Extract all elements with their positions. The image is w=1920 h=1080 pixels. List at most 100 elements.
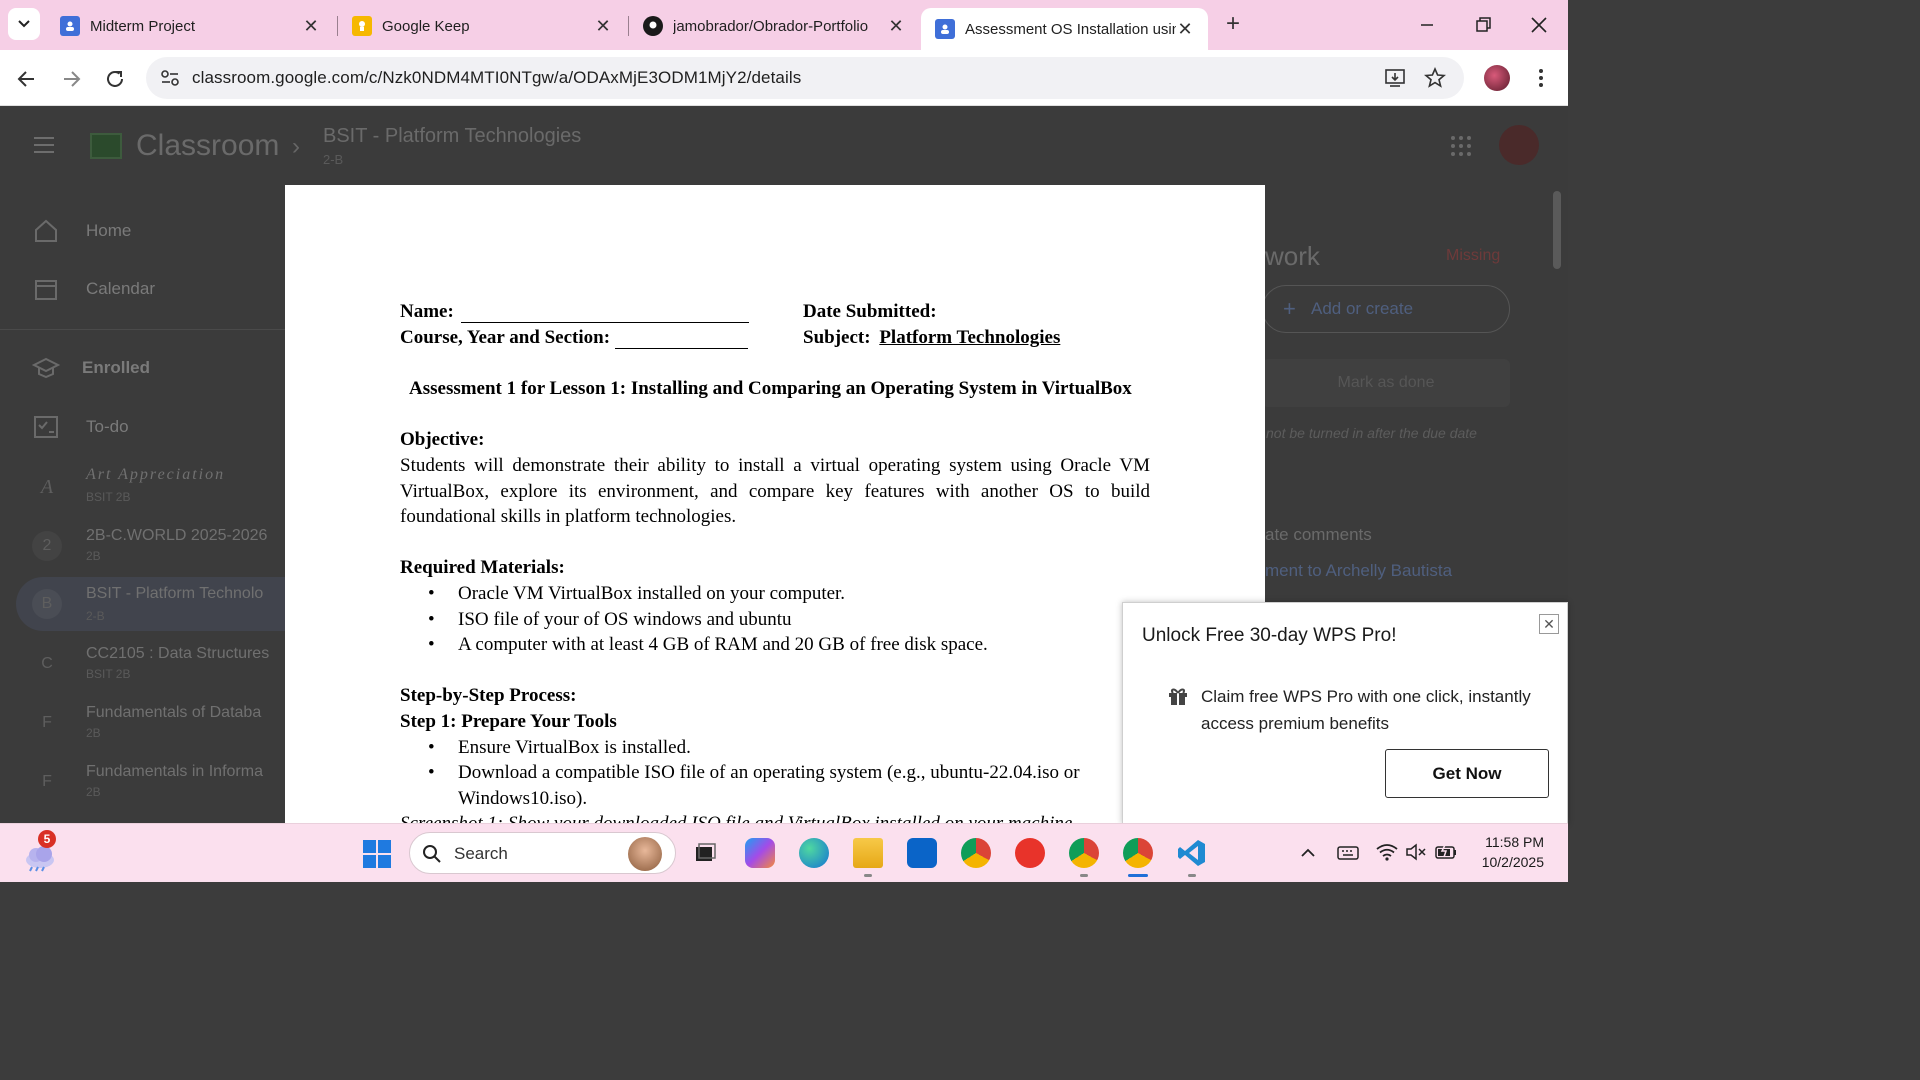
bullet-dot: • xyxy=(428,583,435,604)
back-button[interactable] xyxy=(14,66,40,92)
mark-as-done-button[interactable]: Mark as done xyxy=(1262,359,1510,407)
course-blank xyxy=(614,331,748,349)
sidebar-course-databases[interactable]: F Fundamentals of Databa 2B xyxy=(0,698,285,748)
page-scrollbar[interactable] xyxy=(1553,191,1561,269)
sidebar-course-information[interactable]: F Fundamentals in Informa 2B xyxy=(0,757,285,807)
tab-midterm-project[interactable]: Midterm Project ✕ xyxy=(46,6,334,46)
sidebar-item-home[interactable]: Home xyxy=(0,206,285,256)
taskbar-search-box[interactable]: Search xyxy=(409,832,676,874)
volume-muted-icon[interactable] xyxy=(1405,843,1427,861)
file-explorer-icon[interactable] xyxy=(853,838,883,868)
sidebar-item-todo[interactable]: To-do xyxy=(0,402,285,452)
assignment-document: Name: Course, Year and Section: Date Sub… xyxy=(285,185,1265,823)
start-button[interactable] xyxy=(362,839,392,869)
course-name: CC2105 : Data Structures xyxy=(86,645,270,662)
course-subtitle: BSIT 2B xyxy=(86,667,131,681)
course-initial: B xyxy=(32,589,62,619)
sidebar-item-calendar[interactable]: Calendar xyxy=(0,264,285,314)
battery-charging-icon[interactable] xyxy=(1434,842,1458,862)
close-window-button[interactable] xyxy=(1528,14,1550,36)
user-avatar[interactable] xyxy=(1499,125,1539,165)
plus-icon: + xyxy=(1283,296,1296,321)
sidebar-course-cworld[interactable]: 2 2B-C.WORLD 2025-2026 2B xyxy=(0,521,285,571)
reload-button[interactable] xyxy=(102,66,128,92)
new-tab-button[interactable]: + xyxy=(1220,12,1246,38)
sidebar-course-art[interactable]: A Art Appreciation BSIT 2B xyxy=(0,462,285,512)
minimize-icon xyxy=(1421,24,1433,26)
browser-menu-button[interactable] xyxy=(1532,66,1550,90)
status-missing: Missing xyxy=(1446,247,1501,264)
process-title: Step-by-Step Process: xyxy=(400,685,577,706)
browser-toolbar: classroom.google.com/c/Nzk0NDM4MTI0NTgw/… xyxy=(0,50,1568,106)
todo-checklist-icon xyxy=(34,416,58,438)
forward-button[interactable] xyxy=(58,66,84,92)
sidebar-course-platform-selected[interactable]: B BSIT - Platform Technolo 2-B xyxy=(16,577,285,631)
more-vert-icon xyxy=(1539,69,1543,87)
material-item: A computer with at least 4 GB of RAM and… xyxy=(458,634,988,655)
home-icon xyxy=(35,219,57,242)
taskbar-date[interactable]: 10/2/2025 xyxy=(1482,854,1544,870)
github-favicon-icon xyxy=(643,16,663,36)
tab-assessment[interactable]: Assessment OS Installation usin ✕ xyxy=(921,8,1208,50)
add-comment-link[interactable]: ment to Archelly Bautista xyxy=(1265,561,1452,581)
edge-icon[interactable] xyxy=(799,838,829,868)
step-item: Download a compatible ISO file of an ope… xyxy=(458,762,1080,783)
close-tab-icon[interactable]: ✕ xyxy=(594,16,612,37)
task-view-icon[interactable] xyxy=(690,838,720,868)
chrome-active-icon[interactable] xyxy=(1123,838,1153,868)
course-name: Fundamentals of Databa xyxy=(86,704,262,721)
tab-title: Midterm Project xyxy=(90,17,196,35)
wps-promo-popup: Unlock Free 30-day WPS Pro! ✕ Claim free… xyxy=(1122,602,1568,824)
close-tab-icon[interactable]: ✕ xyxy=(1176,19,1194,40)
tab-github-portfolio[interactable]: jamobrador/Obrador-Portfolio ✕ xyxy=(629,6,919,46)
private-comments-title: ate comments xyxy=(1265,525,1372,544)
course-name: 2B-C.WORLD 2025-2026 xyxy=(86,527,268,544)
chrome-profile-icon[interactable] xyxy=(1069,838,1099,868)
show-hidden-icons-chevron-icon[interactable] xyxy=(1300,846,1316,860)
get-now-button[interactable]: Get Now xyxy=(1385,749,1549,798)
bookmark-star-icon[interactable] xyxy=(1424,67,1446,89)
taskbar-time[interactable]: 11:58 PM xyxy=(1485,834,1544,850)
tab-search-dropdown[interactable] xyxy=(8,8,40,40)
sidebar-course-cc2105[interactable]: C CC2105 : Data Structures BSIT 2B xyxy=(0,639,285,689)
close-tab-icon[interactable]: ✕ xyxy=(887,16,905,37)
profile-avatar[interactable] xyxy=(1484,65,1510,91)
hamburger-menu-icon[interactable] xyxy=(32,135,56,155)
vscode-icon[interactable] xyxy=(1177,838,1207,868)
site-info-icon[interactable] xyxy=(160,69,180,87)
weather-widget[interactable]: 5 xyxy=(22,830,58,872)
step-item-continued: Windows10.iso). xyxy=(458,788,588,809)
classroom-logo xyxy=(90,133,122,159)
wifi-icon[interactable] xyxy=(1376,843,1398,861)
step1-title: Step 1: Prepare Your Tools xyxy=(400,711,617,732)
keep-favicon-icon xyxy=(352,16,372,36)
date-submitted: Date Submitted: xyxy=(803,301,937,323)
copilot-icon[interactable] xyxy=(745,838,775,868)
bullet-dot: • xyxy=(428,737,435,758)
chrome-icon[interactable] xyxy=(961,838,991,868)
install-app-icon[interactable] xyxy=(1384,67,1406,89)
address-bar[interactable]: classroom.google.com/c/Nzk0NDM4MTI0NTgw/… xyxy=(146,57,1464,99)
restore-button[interactable] xyxy=(1472,14,1494,36)
url-text[interactable]: classroom.google.com/c/Nzk0NDM4MTI0NTgw/… xyxy=(192,68,801,88)
course-initial: C xyxy=(41,655,53,672)
minimize-button[interactable] xyxy=(1416,14,1438,36)
add-or-create-button[interactable]: + Add or create xyxy=(1262,285,1510,333)
browser-tab-strip: Midterm Project ✕ Google Keep ✕ jamobrad… xyxy=(0,0,1568,50)
breadcrumb-course[interactable]: BSIT - Platform Technologies xyxy=(323,125,581,148)
search-placeholder: Search xyxy=(454,844,508,863)
app-name[interactable]: Classroom xyxy=(136,129,279,163)
close-tab-icon[interactable]: ✕ xyxy=(302,16,320,37)
objective-title: Objective: xyxy=(400,429,485,450)
wps-office-icon[interactable] xyxy=(1015,838,1045,868)
add-or-create-label: Add or create xyxy=(1311,299,1414,318)
apps-grid-icon[interactable] xyxy=(1450,135,1472,157)
name-blank xyxy=(460,305,749,323)
keyboard-icon[interactable] xyxy=(1337,844,1359,862)
sidebar-item-enrolled[interactable]: Enrolled xyxy=(0,343,285,393)
wps-close-button[interactable]: ✕ xyxy=(1539,614,1559,634)
sidebar-item-label: Calendar xyxy=(86,279,155,298)
sidebar-item-label: To-do xyxy=(86,417,129,436)
outlook-icon[interactable] xyxy=(907,838,937,868)
tab-google-keep[interactable]: Google Keep ✕ xyxy=(338,6,626,46)
